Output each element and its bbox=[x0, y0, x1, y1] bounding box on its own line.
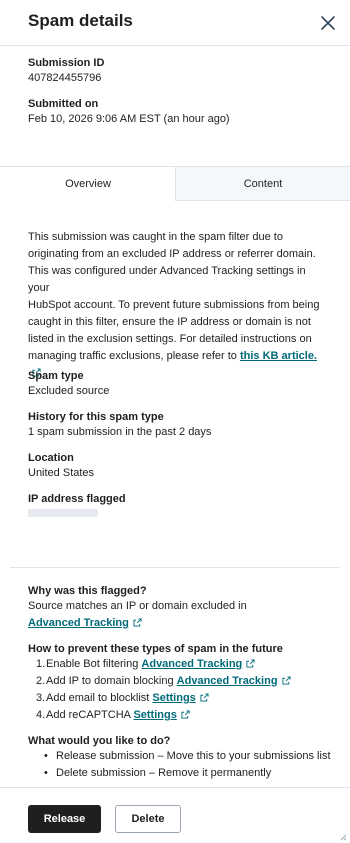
tab-content[interactable]: Content bbox=[175, 166, 350, 201]
panel-header: Spam details bbox=[0, 0, 350, 46]
prevent-step: 4. Add reCAPTCHA Settings bbox=[36, 709, 190, 721]
section-divider bbox=[10, 567, 340, 568]
location-label: Location bbox=[28, 452, 74, 464]
why-flagged-title: Why was this flagged? bbox=[28, 585, 147, 597]
external-link-icon bbox=[200, 693, 209, 702]
external-link-icon bbox=[133, 618, 142, 627]
advanced-tracking-link[interactable]: Advanced Tracking bbox=[141, 658, 242, 670]
location-value: United States bbox=[28, 467, 95, 479]
action-list-item: • Delete submission – Remove it permanent… bbox=[44, 767, 272, 779]
tab-overview[interactable]: Overview bbox=[0, 166, 176, 201]
action-text: Release submission – Move this to your s… bbox=[56, 750, 331, 762]
submission-id-value: 407824455796 bbox=[28, 72, 102, 84]
why-flagged-link-row: Advanced Tracking bbox=[28, 617, 142, 629]
description-line: HubSpot account. To prevent future submi… bbox=[28, 299, 320, 311]
advanced-tracking-link[interactable]: Advanced Tracking bbox=[28, 617, 129, 629]
settings-link[interactable]: Settings bbox=[152, 692, 195, 704]
prevent-step: 3. Add email to blocklist Settings bbox=[36, 692, 209, 704]
action-text: Delete submission – Remove it permanentl… bbox=[56, 767, 272, 779]
description-line: This submission was caught in the spam f… bbox=[28, 231, 283, 243]
release-button[interactable]: Release bbox=[28, 805, 101, 833]
ip-address-redacted bbox=[28, 509, 98, 517]
panel-footer: Release Delete bbox=[0, 787, 350, 843]
external-link-icon bbox=[281, 676, 291, 685]
what-to-do-title: What would you like to do? bbox=[28, 735, 171, 747]
resize-grip-icon[interactable] bbox=[339, 833, 347, 841]
panel-title: Spam details bbox=[28, 11, 133, 30]
settings-link[interactable]: Settings bbox=[133, 709, 176, 721]
tab-bar: Overview Content bbox=[0, 166, 350, 201]
history-value: 1 spam submission in the past 2 days bbox=[28, 426, 212, 438]
description-line: managing traffic exclusions, please refe… bbox=[28, 350, 237, 362]
step-number: 1. bbox=[36, 658, 46, 670]
bullet-icon: • bbox=[44, 750, 48, 762]
step-text: Add email to blocklist bbox=[46, 692, 150, 704]
delete-button[interactable]: Delete bbox=[115, 805, 181, 833]
why-flagged-text: Source matches an IP or domain excluded … bbox=[28, 600, 247, 612]
bullet-icon: • bbox=[44, 767, 48, 779]
kb-article-link[interactable]: this KB article. bbox=[240, 350, 317, 362]
history-label: History for this spam type bbox=[28, 411, 164, 423]
submission-id-label: Submission ID bbox=[28, 57, 105, 69]
prevent-step: 1. Enable Bot filtering Advanced Tracking bbox=[36, 658, 255, 670]
advanced-tracking-link[interactable]: Advanced Tracking bbox=[177, 675, 278, 687]
spam-type-value: Excluded source bbox=[28, 385, 110, 397]
spam-type-label: Spam type bbox=[28, 370, 84, 382]
prevent-step: 2. Add IP to domain blocking Advanced Tra… bbox=[36, 675, 291, 687]
step-text: Enable Bot filtering bbox=[46, 658, 139, 670]
spam-description: This submission was caught in the spam f… bbox=[28, 229, 328, 382]
step-number: 4. bbox=[36, 709, 46, 721]
prevent-title: How to prevent these types of spam in th… bbox=[28, 643, 283, 655]
step-text: Add IP to domain blocking bbox=[46, 675, 174, 687]
step-number: 3. bbox=[36, 692, 46, 704]
description-line: This was configured under Advanced Track… bbox=[28, 265, 306, 294]
submitted-on-label: Submitted on bbox=[28, 98, 99, 110]
description-line: caught in this filter, ensure the IP add… bbox=[28, 316, 311, 328]
step-text: Add reCAPTCHA bbox=[46, 709, 131, 721]
external-link-icon bbox=[246, 659, 255, 668]
description-line: listed in the exclusion settings. For de… bbox=[28, 333, 312, 345]
description-line: originating from an excluded IP address … bbox=[28, 248, 316, 260]
external-link-icon bbox=[181, 710, 190, 719]
submitted-on-value: Feb 10, 2026 9:06 AM EST (an hour ago) bbox=[28, 113, 230, 125]
close-icon[interactable] bbox=[318, 13, 338, 33]
action-list-item: • Release submission – Move this to your … bbox=[44, 750, 331, 762]
step-number: 2. bbox=[36, 675, 46, 687]
ip-flagged-label: IP address flagged bbox=[28, 493, 126, 505]
